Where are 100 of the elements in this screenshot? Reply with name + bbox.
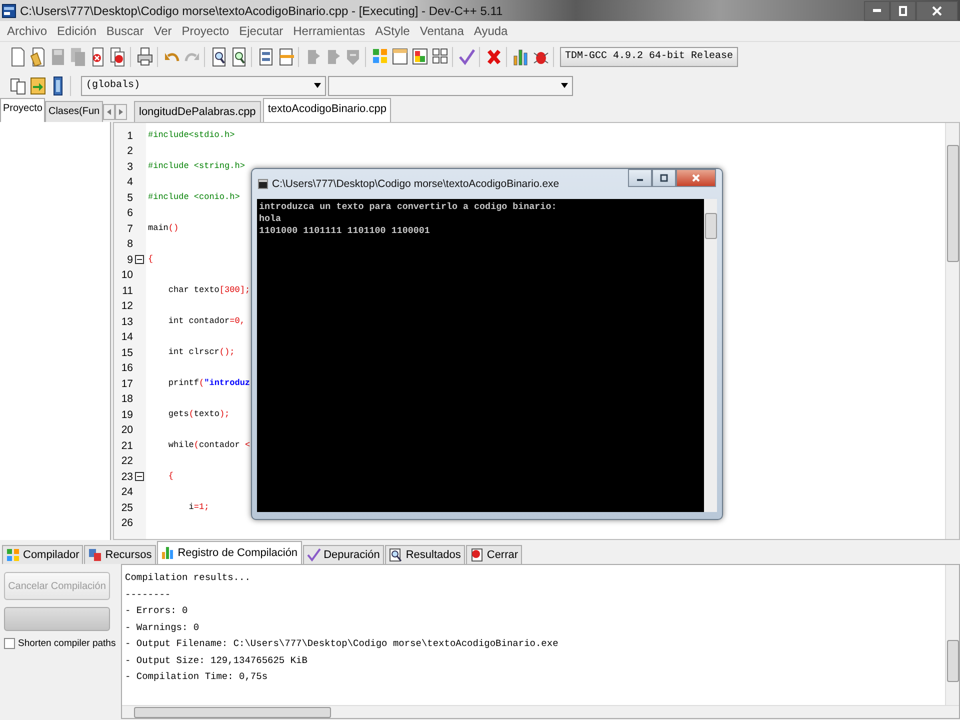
panel-tab[interactable]: Resultados [384,545,465,564]
window-icon[interactable] [391,46,409,66]
palette-icon[interactable] [411,46,429,66]
line-number: 16 [120,362,133,374]
stacked-pages-icon [88,548,102,562]
menu-item[interactable]: Ver [148,24,177,38]
menu-item[interactable]: AStyle [370,24,415,38]
panel-tab[interactable]: Proyecto [0,98,46,122]
console-line: introduzca un texto para convertirlo a codigo binario: [259,201,558,213]
check-icon [306,548,321,562]
code-line: printf("introduz [167,377,250,390]
close-icon [932,6,942,16]
scrollbar[interactable] [122,705,959,718]
check-icon[interactable] [458,46,476,66]
menu-item[interactable]: Edición [52,24,102,38]
log-line: - Compilation Time: 0,75s [125,670,269,684]
symbol-dropdown[interactable] [328,76,573,96]
scroll-left-button[interactable] [102,104,115,120]
minimize-button[interactable] [864,0,890,20]
line-number: 23 [120,470,133,483]
line-number: 25 [120,502,133,514]
bar-chart-icon [160,546,175,560]
line-number: 10 [120,269,133,282]
checkbox-label: Shorten compiler paths [18,638,116,649]
panel-tab[interactable]: Registro de Compilación [156,541,302,564]
minimize-icon [873,9,881,12]
file-tab[interactable]: longitudDePalabras.cpp [134,101,261,122]
line-number: 21 [120,440,133,452]
code-line: char texto[300]; [167,284,250,297]
code-line: while(contador < [167,439,250,452]
open-file-icon[interactable] [29,46,47,66]
line-number: 9 [126,254,133,266]
log-line: Compilation results... [125,571,252,585]
code-line: { [148,253,154,266]
document-icon[interactable] [9,46,27,66]
line-number: 24 [120,486,133,498]
panel-tab[interactable]: Compilador [2,545,84,564]
menu-item[interactable]: Archivo [2,24,52,38]
close-all-icon[interactable] [109,46,127,66]
menu-item[interactable]: Ayuda [468,24,513,38]
console-icon [258,179,268,189]
copy-icon[interactable] [9,76,27,96]
collapse-icon[interactable] [135,255,144,264]
left-arrow-icon [106,109,111,115]
scrollbar[interactable] [704,199,717,512]
restore-icon [898,6,908,16]
panel-tab[interactable]: Recursos [84,545,156,564]
line-number: 2 [126,145,133,158]
maximize-button[interactable] [652,169,676,187]
file-tab[interactable]: textoAcodigoBinario.cpp [262,98,392,122]
menu-item[interactable]: Proyecto [176,24,234,38]
menu-item[interactable]: Herramientas [288,24,370,38]
scope-dropdown[interactable]: (globals) [81,76,326,96]
close-button[interactable] [676,169,716,187]
scroll-right-button[interactable] [114,104,127,120]
compiler-dropdown[interactable]: TDM-GCC 4.9.2 64-bit Release [560,46,738,66]
bar-chart-icon[interactable] [512,46,530,66]
grid-icon[interactable] [431,46,449,66]
menu-item[interactable]: Ejecutar [234,24,288,38]
scrollbar[interactable] [945,123,959,539]
menu-item[interactable]: Buscar [101,24,149,38]
code-line: int contador=0, [167,315,245,328]
close-file-icon [470,548,484,562]
code-line: { [167,470,174,483]
log-line: - Errors: 0 [125,604,189,618]
menu-item[interactable]: Ventana [414,24,469,38]
line-number: 4 [126,176,133,188]
unindent-icon[interactable] [277,46,295,66]
restore-button[interactable] [890,0,916,20]
line-number: 26 [120,517,133,530]
line-number: 14 [120,331,133,344]
right-arrow-icon [118,109,123,115]
line-number: 3 [126,160,133,173]
line-number: 8 [126,238,133,250]
close-icon [692,174,700,182]
code-line: i=1; [188,501,210,514]
find-icon[interactable] [210,46,228,66]
line-number: 1 [126,130,133,142]
minimize-button[interactable] [628,169,652,187]
scrollbar[interactable] [945,565,959,705]
panel-tab[interactable]: Clases(Fun [45,101,103,122]
code-line: #include <string.h> [148,160,245,173]
line-number: 17 [120,378,133,390]
panel-tab[interactable]: Depuración [302,545,384,564]
caret-icon [314,83,321,88]
printer-icon[interactable] [136,46,154,66]
indent-icon[interactable] [257,46,275,66]
close-button[interactable] [916,0,958,20]
console-line: hola [259,213,282,225]
checkbox[interactable] [4,638,15,649]
collapse-icon[interactable] [135,472,144,482]
enter-icon[interactable] [29,76,47,96]
log-line: - Output Filename: C:\Users\777\Desktop\Codigo morse\textoAcodigoBinario.exe [125,637,560,651]
code-line: #include <conio.h> [148,191,240,204]
line-number: 15 [120,346,133,359]
grid-icon [6,548,20,562]
panel-tab[interactable]: Cerrar [466,545,522,564]
line-number: 12 [120,300,133,312]
line-number: 13 [120,316,133,328]
replace-icon[interactable] [230,46,248,66]
